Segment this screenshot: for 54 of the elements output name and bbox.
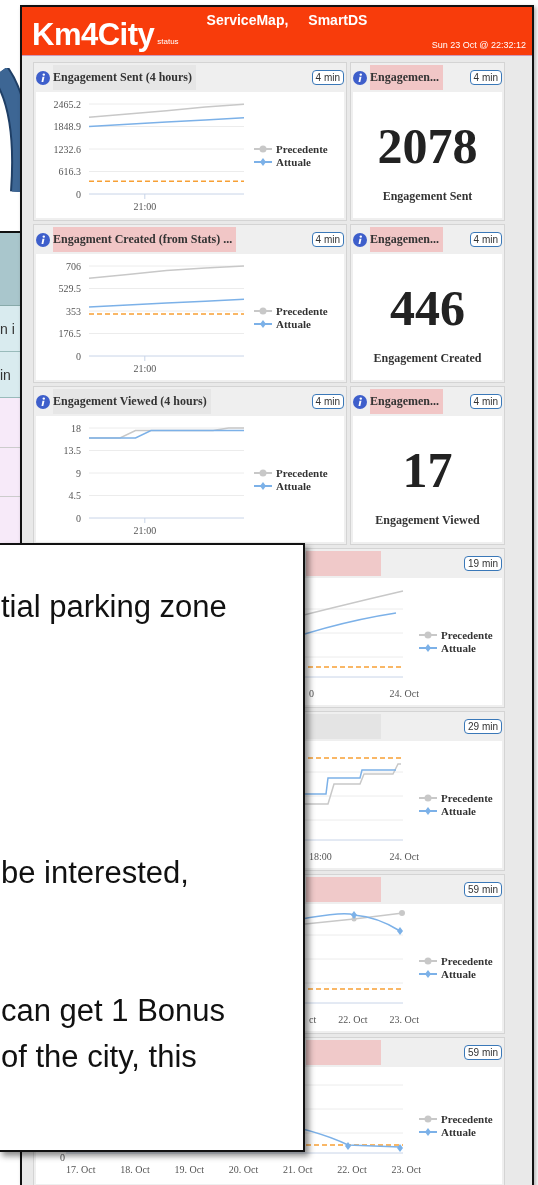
axis-label: 529.5	[58, 283, 81, 294]
axis-label: 18. Oct	[120, 1164, 150, 1175]
axis-label: 24. Oct	[389, 688, 419, 699]
axis-label: 20. Oct	[228, 1164, 259, 1175]
text-line: tial parking zone	[1, 588, 227, 626]
axis-label: 706	[66, 260, 81, 272]
axis-label: 0	[76, 188, 81, 200]
axis-label: 18:00	[309, 851, 332, 862]
logo-text: Km4City	[32, 17, 155, 53]
axis-label: 24. Oct	[389, 851, 419, 862]
widget-title: Engagemen...	[370, 65, 443, 90]
axis-label: 4.5	[68, 490, 81, 501]
table-cell: n i	[0, 306, 22, 352]
logo-subtitle: status	[157, 37, 179, 46]
axis-label: 176.5	[58, 328, 81, 339]
axis-label: 17. Oct	[66, 1164, 96, 1175]
table-cell: in	[0, 352, 22, 398]
widget-title: Engagment Created (from Stats) ...	[53, 227, 237, 252]
text-line: be interested,	[1, 854, 189, 892]
widget-title: Engagement Viewed (4 hours)	[53, 389, 211, 414]
datetime: Sun 23 Oct @ 22:32:12	[431, 40, 526, 50]
metric-value: 17	[402, 444, 453, 495]
axis-label: 23. Oct	[389, 1014, 419, 1025]
axis-label: 21:00	[133, 363, 157, 374]
axis-label: 2465.2	[53, 98, 81, 110]
axis-label: 0	[60, 1151, 65, 1163]
widget-title: Engagemen...	[370, 227, 443, 252]
axis-label: 22. Oct	[337, 1164, 367, 1175]
axis-label: 0	[76, 512, 81, 524]
axis-label: 23. Oct	[391, 1164, 421, 1175]
axis-label: 21:00	[133, 525, 157, 536]
axis-label: 18	[71, 422, 81, 434]
axis-label: 21:00	[133, 201, 157, 212]
metric-label: Engagement Viewed	[375, 512, 480, 528]
axis-label: 9	[76, 467, 81, 479]
text-line: of the city, this	[1, 1038, 197, 1076]
widget-title: Engagemen...	[370, 389, 443, 414]
axis-label: 13.5	[63, 445, 81, 456]
metric-value: 2078	[377, 120, 478, 171]
axis-label: 21. Oct	[283, 1164, 313, 1175]
axis-label: 616.3	[58, 166, 81, 177]
metric-label: Engagement Sent	[382, 188, 473, 204]
axis-label: 19. Oct	[174, 1164, 204, 1175]
axis-label: 22. Oct	[338, 1014, 368, 1025]
text-line: can get 1 Bonus	[1, 992, 226, 1030]
axis-label: 0	[309, 688, 314, 699]
axis-label: 0	[76, 350, 81, 362]
widget-title: Engagement Sent (4 hours)	[53, 65, 196, 90]
axis-label: 1232.6	[53, 143, 81, 155]
axis-label: ct	[309, 1014, 317, 1025]
axis-label: 353	[66, 305, 81, 317]
metric-value: 446	[390, 282, 465, 333]
axis-label: 1848.9	[53, 121, 81, 132]
metric-label: Engagement Created	[373, 350, 482, 366]
